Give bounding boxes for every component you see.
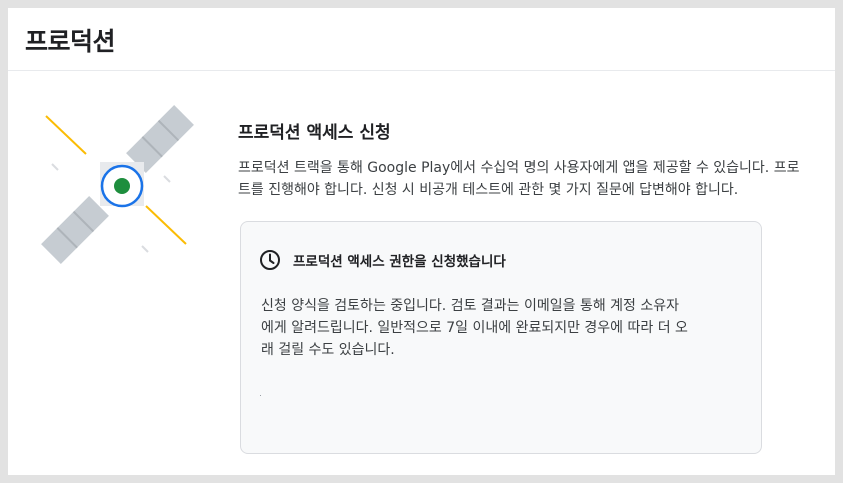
satellite-icon: [28, 94, 198, 264]
body-line-2: 에게 알려드립니다. 일반적으로 7일 이내에 완료되지만 경우에 따라 더 오: [261, 320, 688, 336]
description-line-2: 트를 진행해야 합니다. 신청 시 비공개 테스트에 관한 몇 가지 질문에 답…: [238, 182, 739, 198]
body-line-1: 신청 양식을 검토하는 중입니다. 검토 결과는 이메일을 통해 계정 소유자: [261, 298, 680, 314]
section-description: 프로덕션 트랙을 통해 Google Play에서 수십억 명의 사용자에게 앱…: [238, 157, 835, 201]
clock-icon: [259, 249, 281, 271]
production-page: 프로덕션 프로덕션 액세스 신청 프로덕션 트랙을 통해 Google Play…: [8, 8, 835, 475]
status-card-body: 신청 양식을 검토하는 중입니다. 검토 결과는 이메일을 통해 계정 소유자 …: [261, 295, 751, 361]
status-card-title: 프로덕션 액세스 권한을 신청했습니다: [293, 254, 506, 270]
section-heading: 프로덕션 액세스 신청: [238, 123, 391, 143]
placeholder-dot: [260, 395, 261, 396]
body-line-3: 래 걸릴 수도 있습니다.: [261, 342, 395, 358]
status-card-header: 프로덕션 액세스 권한을 신청했습니다: [259, 248, 506, 272]
status-card: 프로덕션 액세스 권한을 신청했습니다 신청 양식을 검토하는 중입니다. 검토…: [240, 221, 762, 454]
description-line-1: 프로덕션 트랙을 통해 Google Play에서 수십억 명의 사용자에게 앱…: [238, 160, 800, 176]
page-header: 프로덕션: [8, 8, 835, 71]
page-title: 프로덕션: [25, 27, 116, 56]
